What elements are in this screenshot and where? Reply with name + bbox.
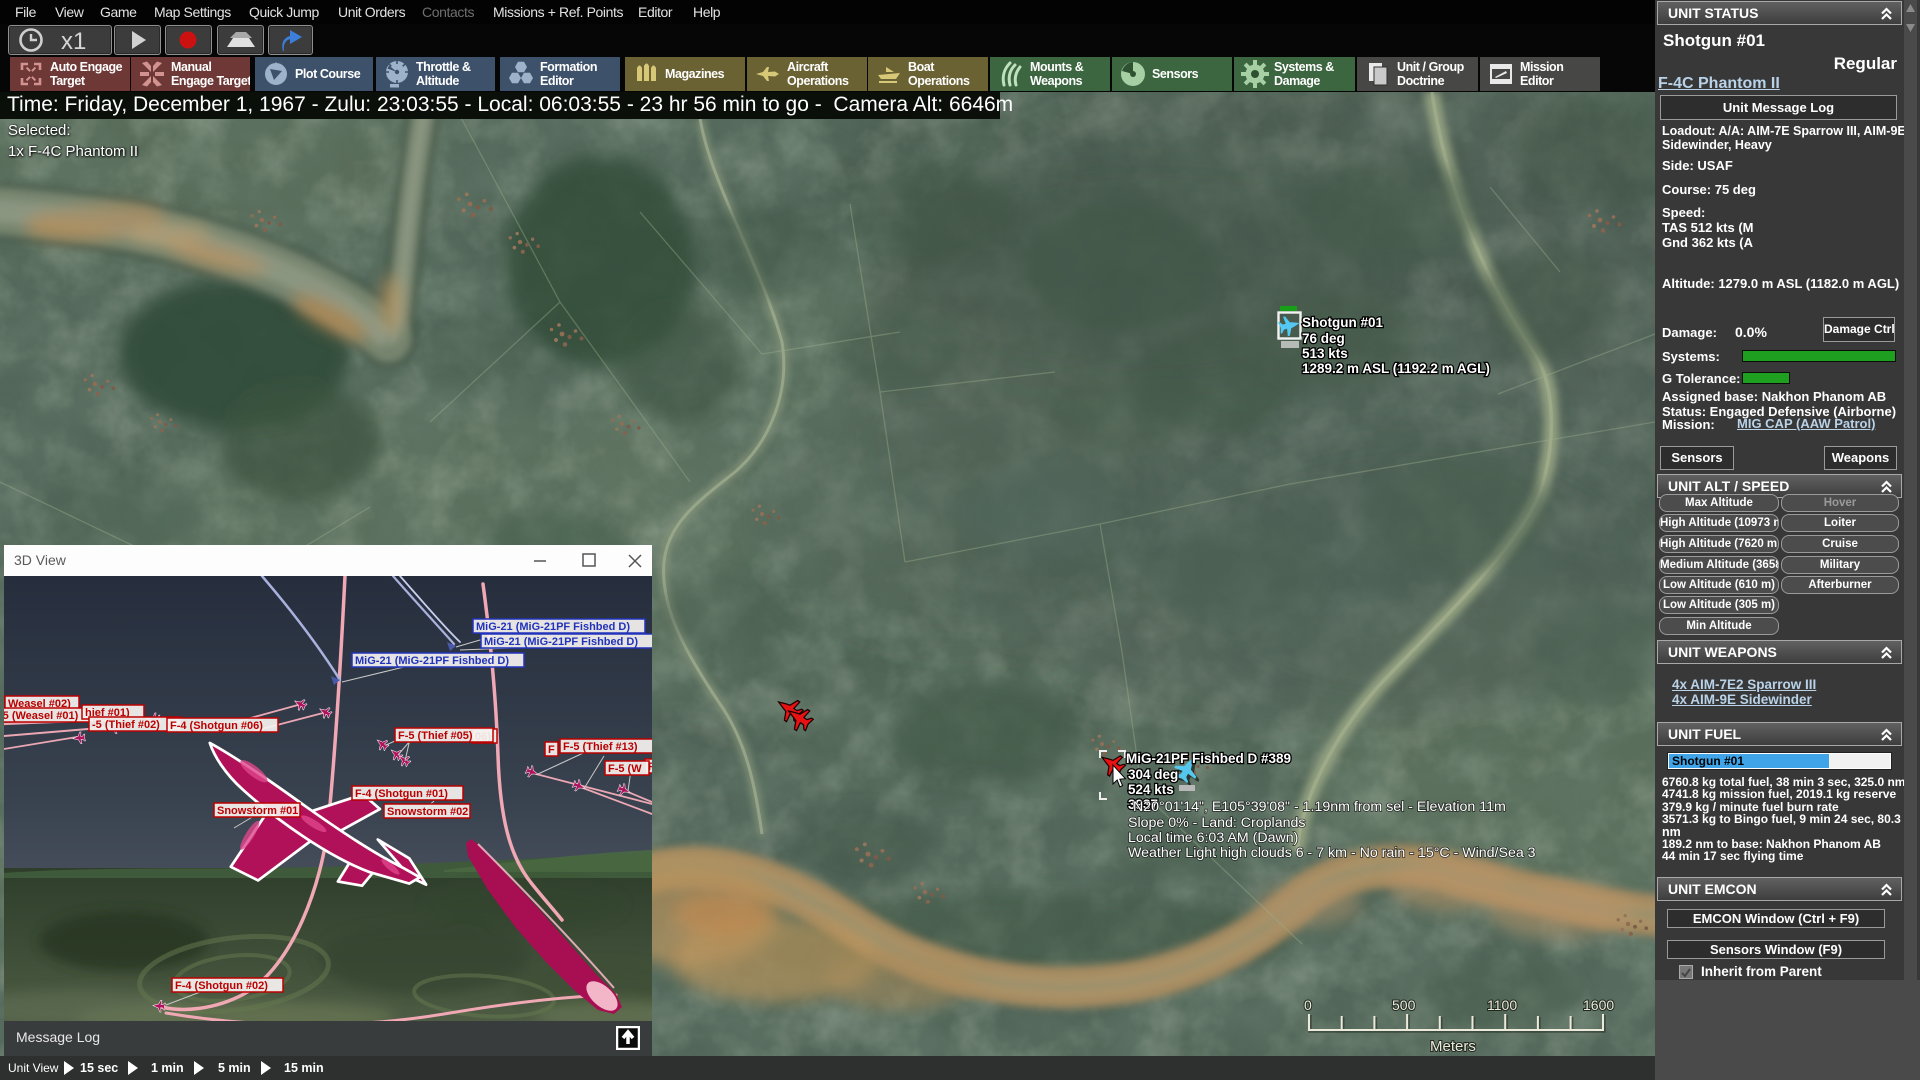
svg-text:1600: 1600: [1583, 997, 1614, 1013]
svg-text:F-5 (W: F-5 (W: [608, 763, 642, 775]
svg-text:Weather Light high clouds 6 -: Weather Light high clouds 6 - 7 km - No …: [1128, 845, 1536, 861]
svg-text:F-5 (Thief #05): F-5 (Thief #05): [398, 730, 473, 742]
svg-text:F-4 (Shotgun #06): F-4 (Shotgun #06): [170, 720, 263, 732]
svg-text:F-5 (Thief #13): F-5 (Thief #13): [563, 741, 638, 753]
svg-text:MiG-21 (MiG-21PF Fishbed D): MiG-21 (MiG-21PF Fishbed D): [484, 636, 638, 648]
svg-text:524 kts: 524 kts: [1128, 782, 1174, 797]
svg-text:F: F: [548, 744, 555, 756]
svg-text:1100: 1100: [1487, 997, 1517, 1013]
svg-text:304 deg: 304 deg: [1128, 767, 1178, 782]
svg-text:MiG-21 (MiG-21PF Fishbed D): MiG-21 (MiG-21PF Fishbed D): [476, 621, 630, 633]
svg-text:1289.2 m ASL (1192.2 m AGL): 1289.2 m ASL (1192.2 m AGL): [1302, 361, 1490, 376]
svg-text:N20°01'14", E105°39'08" - 1.19: N20°01'14", E105°39'08" - 1.19nm from se…: [1133, 799, 1506, 815]
svg-text:Shotgun #01: Shotgun #01: [1302, 315, 1383, 330]
svg-text:0: 0: [1304, 997, 1312, 1013]
svg-text:-5 (Weasel #01): -5 (Weasel #01): [4, 710, 79, 722]
svg-text:MiG-21 (MiG-21PF Fishbed D): MiG-21 (MiG-21PF Fishbed D): [355, 655, 509, 667]
svg-text:x1: x1: [61, 28, 86, 54]
svg-text:Local time 6:03 AM (Dawn): Local time 6:03 AM (Dawn): [1128, 830, 1298, 846]
svg-text:Slope 0% - Land: Croplands: Slope 0% - Land: Croplands: [1128, 815, 1305, 831]
svg-text:500: 500: [1392, 997, 1416, 1013]
svg-text:Snowstorm #01: Snowstorm #01: [217, 805, 298, 817]
svg-text:Snowstorm #02: Snowstorm #02: [387, 806, 468, 818]
svg-text:F-4 (Shotgun #02): F-4 (Shotgun #02): [175, 980, 268, 992]
svg-text:-5 (Thief #02): -5 (Thief #02): [92, 719, 160, 731]
svg-text:76 deg: 76 deg: [1302, 331, 1345, 346]
svg-text:F-4 (Shotgun #01): F-4 (Shotgun #01): [355, 788, 448, 800]
svg-text:MiG-21PF Fishbed D #389: MiG-21PF Fishbed D #389: [1126, 751, 1291, 766]
svg-text:513 kts: 513 kts: [1302, 346, 1348, 361]
svg-text:Meters: Meters: [1430, 1038, 1476, 1055]
